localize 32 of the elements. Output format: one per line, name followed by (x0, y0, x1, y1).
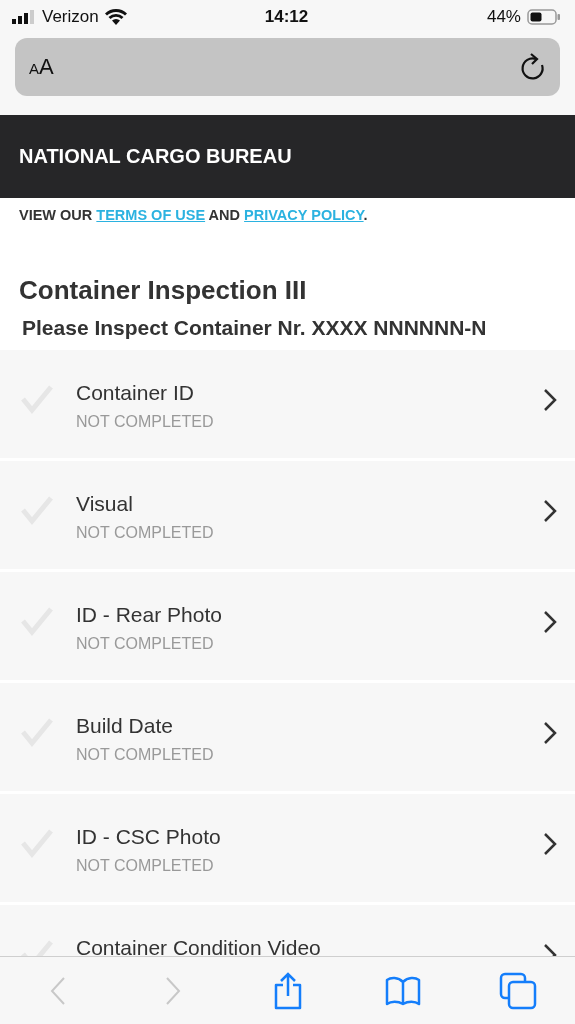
item-status: NOT COMPLETED (76, 524, 215, 542)
checklist-item[interactable]: Container Condition Video (0, 905, 575, 956)
wifi-icon (104, 8, 127, 25)
item-label: Visual (76, 492, 134, 516)
checklist-item[interactable]: Build Date NOT COMPLETED (0, 683, 575, 791)
item-status: NOT COMPLETED (76, 857, 215, 875)
chevron-left-icon (48, 975, 67, 1006)
item-label: Container Condition Video (76, 936, 322, 956)
tabs-button[interactable] (497, 970, 538, 1011)
signal-icon (12, 9, 36, 24)
item-status: NOT COMPLETED (76, 635, 215, 653)
reload-icon[interactable] (520, 53, 546, 81)
item-label: Container ID (76, 381, 195, 405)
item-status: NOT COMPLETED (76, 746, 215, 764)
address-bar[interactable]: AA (15, 38, 560, 96)
checklist-item[interactable]: Container ID NOT COMPLETED (0, 350, 575, 458)
carrier-name: Verizon (42, 6, 99, 27)
item-label: ID - Rear Photo (76, 603, 223, 627)
page-subtitle: Please Inspect Container Nr. XXXX NNNNNN-N (21, 315, 488, 341)
battery-icon (527, 8, 561, 25)
legal-notice: VIEW OUR TERMS OF USE AND PRIVACY POLICY. (18, 206, 369, 225)
checklist-item[interactable]: Visual NOT COMPLETED (0, 461, 575, 569)
battery-percent: 44% (486, 6, 521, 27)
checklist-item[interactable]: ID - CSC Photo NOT COMPLETED (0, 794, 575, 902)
text-size-button[interactable]: AA (29, 54, 54, 80)
item-label: ID - CSC Photo (76, 825, 222, 849)
site-title: NATIONAL CARGO BUREAU (19, 145, 292, 168)
clock-time: 14:12 (264, 6, 309, 27)
page-title: Container Inspection III (18, 275, 308, 306)
item-label: Build Date (76, 714, 174, 738)
checklist-item[interactable]: ID - Rear Photo NOT COMPLETED (0, 572, 575, 680)
item-status: NOT COMPLETED (76, 413, 215, 431)
